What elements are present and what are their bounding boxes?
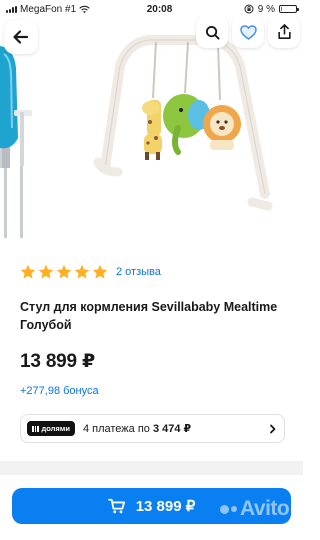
rating-row: 2 отзыва <box>20 264 161 280</box>
back-button[interactable] <box>4 20 38 54</box>
product-image-gallery[interactable] <box>0 18 303 238</box>
star-icon <box>56 264 72 279</box>
cart-icon <box>107 498 125 514</box>
watermark-text: Avito <box>240 497 290 520</box>
dolyami-logo-icon <box>32 425 39 432</box>
chair-illustration <box>0 46 32 238</box>
share-button[interactable] <box>268 18 300 48</box>
buy-button-price: 13 899 ₽ <box>135 498 196 515</box>
orientation-lock-icon <box>244 4 254 14</box>
installments-text: 4 платежа по 3 474 ₽ <box>83 422 268 435</box>
avito-watermark: Avito <box>220 497 290 521</box>
section-divider <box>0 461 303 475</box>
installments-banner[interactable]: долями 4 платежа по 3 474 ₽ <box>20 414 285 443</box>
dolyami-badge-label: долями <box>41 424 70 433</box>
installments-prefix: 4 платежа по <box>82 423 153 435</box>
product-price: 13 899 ₽ <box>20 351 96 372</box>
installments-amount: 3 474 ₽ <box>152 423 192 435</box>
carrier-name: MegaFon #1 <box>20 3 77 15</box>
star-icon <box>38 264 54 279</box>
search-icon <box>205 25 220 40</box>
giraffe-toy <box>142 100 162 160</box>
product-title: Стул для кормления Sevillababy Mealtime … <box>20 300 278 332</box>
star-icon <box>92 264 108 279</box>
status-bar: MegaFon #1 20:08 9 % <box>0 0 303 18</box>
signal-icon <box>6 5 17 13</box>
avito-logo-icon <box>220 504 237 514</box>
lion-toy <box>203 105 241 150</box>
star-icon <box>20 264 36 279</box>
wifi-icon <box>79 5 90 13</box>
arrow-left-icon <box>13 30 29 44</box>
chevron-right-icon <box>270 424 276 433</box>
star-icon <box>74 264 90 279</box>
heart-icon <box>239 24 257 40</box>
favorite-button[interactable] <box>232 18 264 48</box>
search-button[interactable] <box>196 18 228 48</box>
dolyami-badge: долями <box>27 421 75 436</box>
clock: 20:08 <box>146 3 173 15</box>
bonus-amount: +277,98 бонуса <box>20 385 99 397</box>
elephant-toy <box>163 94 210 155</box>
product-photo <box>0 35 273 238</box>
reviews-link[interactable]: 2 отзыва <box>116 266 161 278</box>
share-icon <box>277 24 291 40</box>
battery-icon <box>279 5 299 13</box>
battery-percent: 9 % <box>257 3 275 15</box>
